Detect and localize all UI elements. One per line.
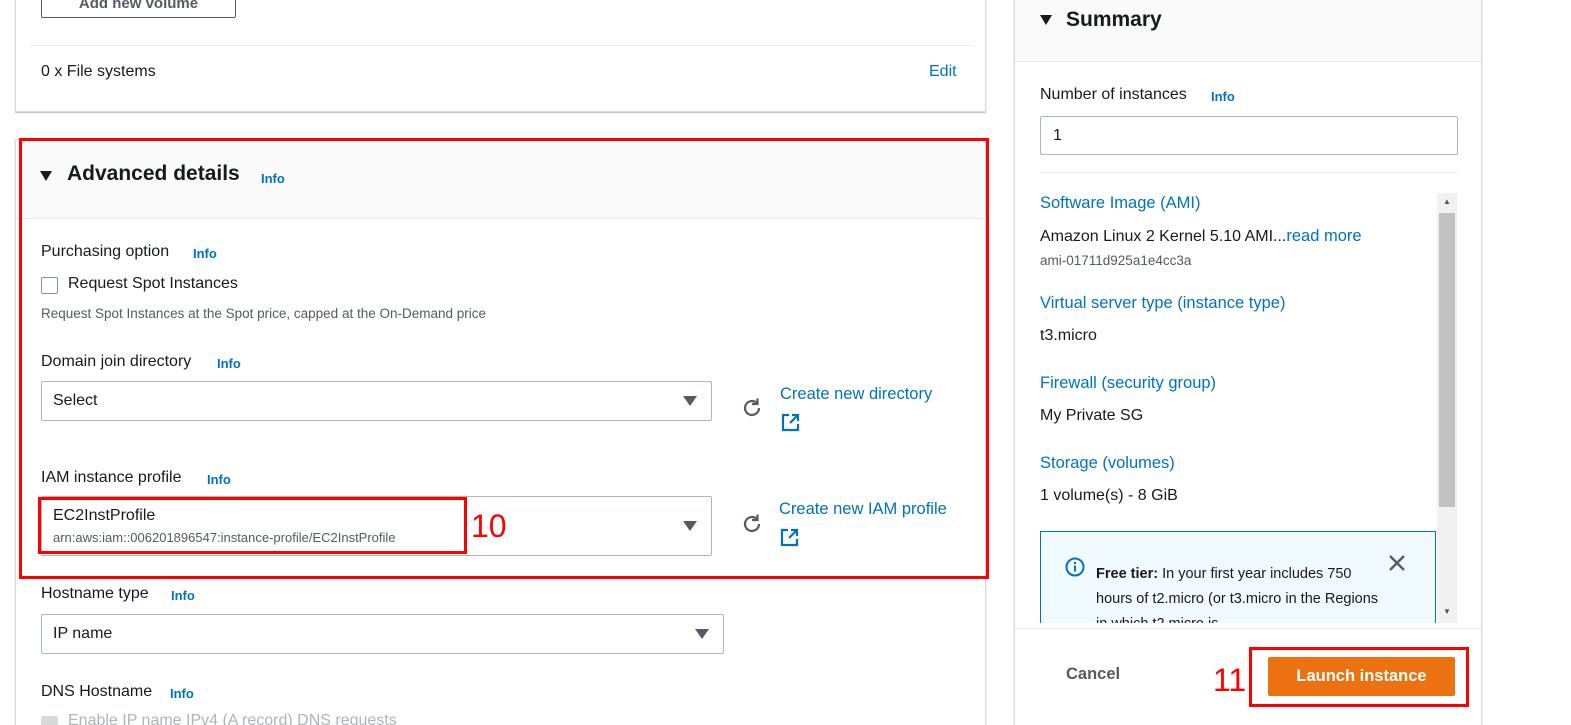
add-new-volume-button[interactable]: Add new volume [41, 0, 236, 18]
hostname-type-select-value: IP name [53, 625, 113, 642]
number-of-instances-label: Number of instances [1040, 86, 1187, 103]
storage-divider [29, 45, 972, 46]
annotation-launch-box [1249, 647, 1469, 707]
firewall-value: My Private SG [1040, 407, 1144, 424]
instance-type-value: t3.micro [1040, 327, 1097, 344]
ami-read-more-link[interactable]: read more [1286, 227, 1361, 245]
edit-file-systems-link[interactable]: Edit [929, 63, 957, 81]
annotation-step-10: 10 [471, 508, 507, 544]
instance-type-link[interactable]: Virtual server type (instance type) [1040, 294, 1285, 313]
number-of-instances-info-link[interactable]: Info [1211, 89, 1235, 104]
free-tier-bold: Free tier: [1096, 566, 1159, 582]
expand-caret-icon[interactable] [1040, 15, 1052, 25]
file-systems-summary: 0 x File systems [41, 63, 156, 80]
scroll-down-icon[interactable]: ▼ [1437, 607, 1457, 616]
scroll-up-icon[interactable]: ▲ [1437, 197, 1457, 206]
dns-ipv4-checkbox[interactable] [41, 716, 58, 725]
storage-link[interactable]: Storage (volumes) [1040, 454, 1175, 473]
firewall-link[interactable]: Firewall (security group) [1040, 374, 1216, 393]
number-of-instances-value: 1 [1053, 126, 1062, 144]
hostname-type-info-link[interactable]: Info [171, 588, 195, 603]
hostname-type-label: Hostname type [41, 585, 149, 602]
storage-value: 1 volume(s) - 8 GiB [1040, 487, 1178, 504]
ami-name: Amazon Linux 2 Kernel 5.10 AMI... [1040, 228, 1287, 245]
ami-link[interactable]: Software Image (AMI) [1040, 194, 1200, 213]
info-circle-icon [1065, 557, 1085, 582]
dns-hostname-label: DNS Hostname [41, 683, 153, 700]
cancel-button[interactable]: Cancel [1066, 665, 1120, 684]
summary-footer-divider [1015, 628, 1481, 629]
free-tier-text: Free tier: In your first year includes 7… [1096, 562, 1386, 623]
dns-hostname-info-link[interactable]: Info [170, 686, 194, 701]
number-of-instances-input[interactable]: 1 [1040, 116, 1458, 155]
summary-divider [1040, 172, 1458, 173]
annotation-step-11: 11 [1213, 662, 1247, 698]
ami-id: ami-01711d925a1e4cc3a [1040, 253, 1192, 268]
chevron-down-icon[interactable] [695, 629, 709, 639]
free-tier-alert-viewport: Free tier: In your first year includes 7… [1040, 531, 1437, 623]
dns-ipv4-label[interactable]: Enable IP name IPv4 (A record) DNS reque… [68, 712, 397, 725]
annotation-iam-profile-box [38, 497, 467, 554]
summary-title[interactable]: Summary [1066, 8, 1162, 32]
hostname-type-select[interactable]: IP name [41, 614, 724, 654]
summary-scrollbar-thumb[interactable] [1439, 213, 1455, 507]
ami-value: Amazon Linux 2 Kernel 5.10 AMI...read mo… [1040, 227, 1362, 246]
close-icon[interactable] [1387, 553, 1407, 578]
